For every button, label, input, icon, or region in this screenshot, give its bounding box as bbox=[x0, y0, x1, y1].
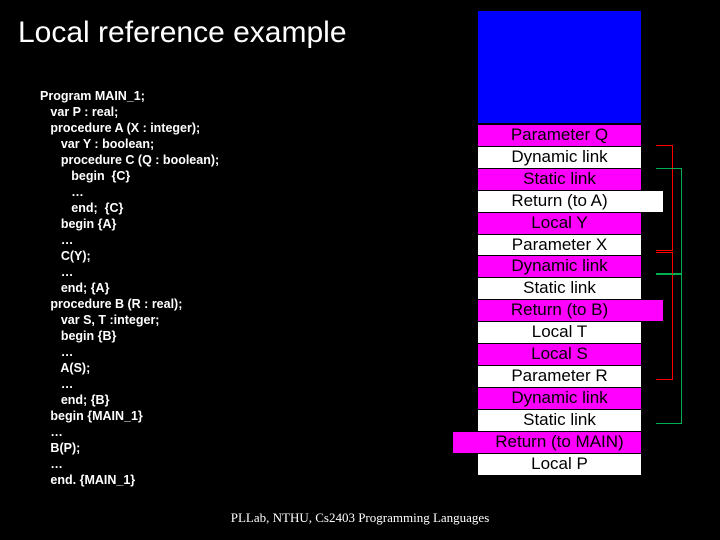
stack-free-space bbox=[477, 10, 642, 124]
code-line: procedure A (X : integer); bbox=[40, 121, 200, 135]
code-line: begin {B} bbox=[40, 329, 116, 343]
stack-cell: Static link bbox=[478, 409, 641, 431]
code-line: end; {A} bbox=[40, 281, 109, 295]
code-line: end; {B} bbox=[40, 393, 109, 407]
stack-cell: Dynamic link bbox=[478, 255, 641, 277]
stack-cell: Parameter R bbox=[478, 365, 641, 387]
code-line: begin {C} bbox=[40, 169, 130, 183]
code-line: procedure C (Q : boolean); bbox=[40, 153, 219, 167]
code-line: var P : real; bbox=[40, 105, 118, 119]
code-line: A(S); bbox=[40, 361, 90, 375]
code-listing: Program MAIN_1; var P : real; procedure … bbox=[40, 72, 219, 488]
code-line: end. {MAIN_1} bbox=[40, 473, 135, 487]
code-line: begin {A} bbox=[40, 217, 116, 231]
stack-cell: Local Y bbox=[478, 212, 641, 234]
slide-footer: PLLab, NTHU, Cs2403 Programming Language… bbox=[0, 510, 720, 526]
code-line: … bbox=[40, 185, 84, 199]
code-line: end; {C} bbox=[40, 201, 123, 215]
code-line: … bbox=[40, 457, 63, 471]
code-line: var S, T :integer; bbox=[40, 313, 159, 327]
code-line: var Y : boolean; bbox=[40, 137, 154, 151]
stack-cell: Parameter Q bbox=[478, 124, 641, 146]
stack-cell: Parameter X bbox=[478, 234, 641, 256]
link-arrows bbox=[656, 10, 701, 476]
code-line: … bbox=[40, 345, 73, 359]
stack-cell: Static link bbox=[478, 277, 641, 299]
code-line: B(P); bbox=[40, 441, 80, 455]
stack-cell: Return (to B) bbox=[478, 299, 663, 321]
stack-cell: Local S bbox=[478, 343, 641, 365]
stack-cell: Dynamic link bbox=[478, 146, 641, 168]
code-line: begin {MAIN_1} bbox=[40, 409, 143, 423]
stack-cell: Dynamic link bbox=[478, 387, 641, 409]
stack-cell: Local P bbox=[478, 453, 641, 475]
stack-cell: Return (to A) bbox=[478, 190, 663, 212]
code-line: … bbox=[40, 233, 73, 247]
stack-cell: Static link bbox=[478, 168, 641, 190]
code-line: procedure B (R : real); bbox=[40, 297, 182, 311]
code-line: C(Y); bbox=[40, 249, 91, 263]
stack-cell: Return (to MAIN) bbox=[453, 431, 641, 453]
stack-cell: Local T bbox=[478, 321, 641, 343]
code-line: … bbox=[40, 425, 63, 439]
activation-record-stack: Parameter Q Dynamic link Static link Ret… bbox=[477, 124, 642, 476]
code-line: Program MAIN_1; bbox=[40, 89, 145, 103]
code-line: … bbox=[40, 377, 73, 391]
code-line: … bbox=[40, 265, 73, 279]
stack-diagram: Parameter Q Dynamic link Static link Ret… bbox=[452, 10, 702, 476]
